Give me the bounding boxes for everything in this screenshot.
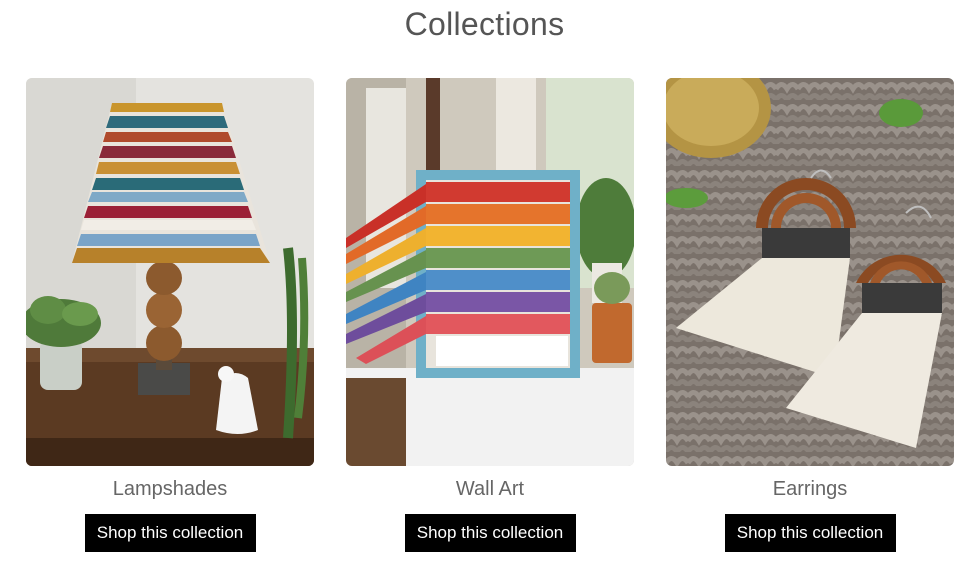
collection-name: Earrings (772, 478, 848, 500)
lampshade-photo[interactable] (26, 78, 314, 466)
earrings-photo[interactable] (666, 78, 954, 466)
collection-name: Wall Art (455, 478, 525, 500)
wall-art-photo[interactable] (346, 78, 634, 466)
collections-section: Collections Lampshades Shop this collect… (0, 0, 969, 565)
page-title: Collections (404, 6, 565, 42)
shop-wall-art-button[interactable]: Shop this collection (404, 514, 576, 552)
shop-lampshades-button[interactable]: Shop this collection (84, 514, 256, 552)
collection-card-earrings: Earrings Shop this collection (666, 78, 954, 552)
collection-card-lampshades: Lampshades Shop this collection (26, 78, 314, 552)
collection-name: Lampshades (112, 478, 228, 500)
collection-card-wall-art: Wall Art Shop this collection (346, 78, 634, 552)
shop-earrings-button[interactable]: Shop this collection (724, 514, 896, 552)
